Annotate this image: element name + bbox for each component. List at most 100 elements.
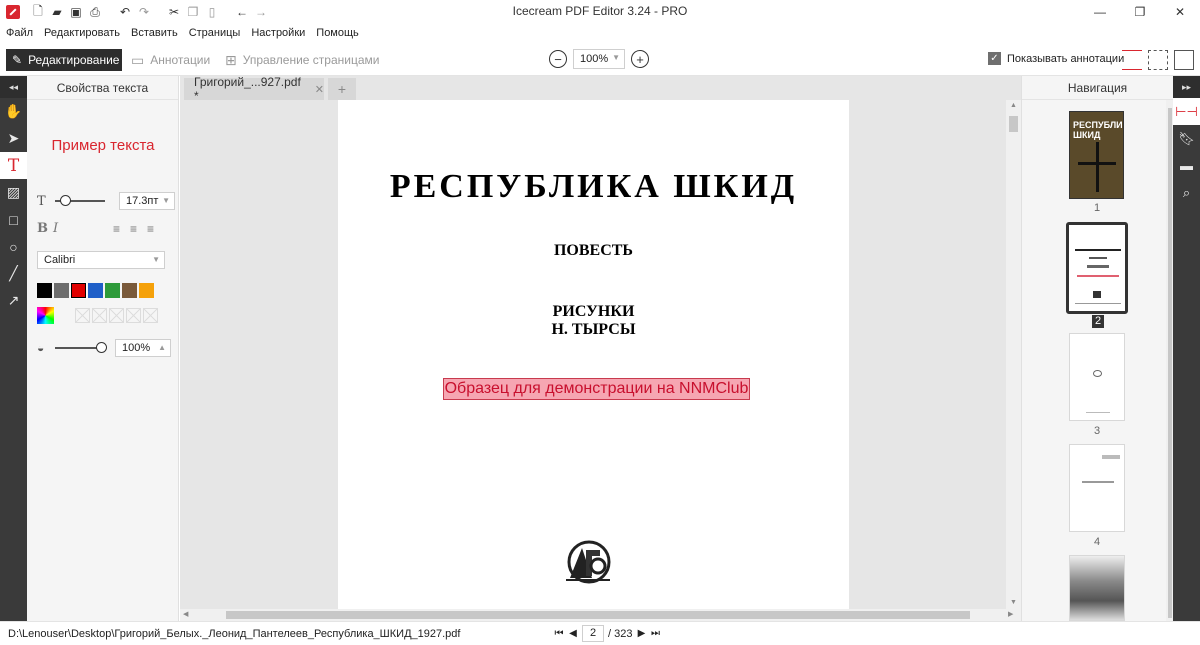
mode-annotations-button[interactable]: ▭ Аннотации xyxy=(131,49,210,71)
horizontal-scroll-thumb[interactable] xyxy=(226,611,970,619)
grid-view-icon[interactable] xyxy=(1148,50,1168,70)
menu-pages[interactable]: Страницы xyxy=(189,27,241,39)
vertical-scrollbar[interactable]: ▲ ▼ xyxy=(1006,100,1021,609)
print-icon[interactable]: ⎙ xyxy=(87,4,103,20)
custom-color-slot[interactable] xyxy=(75,308,90,323)
color-swatch[interactable] xyxy=(139,283,154,298)
menu-edit[interactable]: Редактировать xyxy=(44,27,120,39)
mode-edit-button[interactable]: ✎ Редактирование xyxy=(6,49,122,71)
search-icon[interactable]: ⌕ xyxy=(1173,179,1200,206)
mode-pages-button[interactable]: ⊞ Управление страницами xyxy=(225,49,379,71)
horizontal-scrollbar[interactable]: ◀ ▶ xyxy=(180,609,1021,621)
zoom-control: − 100% ▼ + xyxy=(549,49,649,69)
page-thumbnail-4[interactable] xyxy=(1069,444,1125,532)
font-size-field[interactable]: 17.3пт ▼ xyxy=(119,192,175,210)
current-page-input[interactable]: 2 xyxy=(582,625,604,642)
image-icon[interactable]: ▨ xyxy=(0,179,27,206)
select-icon[interactable]: ➤ xyxy=(0,125,27,152)
checkbox-checked-icon[interactable]: ✓ xyxy=(988,52,1001,65)
tab-bar: Григорий_...927.pdf * ✕ + xyxy=(180,75,1021,103)
zoom-out-button[interactable]: − xyxy=(549,50,567,68)
save-icon[interactable]: ▣ xyxy=(68,4,84,20)
pdf-page[interactable]: РЕСПУБЛИКА ШКИД ПОВЕСТЬ РИСУНКИ Н. ТЫРСЫ… xyxy=(338,100,849,609)
arrow-icon[interactable]: ↗ xyxy=(0,287,27,314)
color-swatch[interactable] xyxy=(88,283,103,298)
next-page-icon[interactable]: ▶ xyxy=(636,628,646,639)
document-tab[interactable]: Григорий_...927.pdf * ✕ xyxy=(184,75,324,103)
color-swatch[interactable] xyxy=(37,283,52,298)
color-swatch[interactable] xyxy=(54,283,69,298)
ellipse-icon[interactable]: ○ xyxy=(0,233,27,260)
vertical-scroll-thumb[interactable] xyxy=(1009,116,1018,132)
undo-icon[interactable]: ↶ xyxy=(117,4,133,20)
tool-strip: ◂◂ ✋ ➤ T ▨ □ ○ ╱ ↗ xyxy=(0,76,27,621)
rectangle-icon[interactable]: □ xyxy=(0,206,27,233)
align-left-icon[interactable]: ≡ xyxy=(113,222,130,236)
custom-color-slot[interactable] xyxy=(92,308,107,323)
forward-icon[interactable]: → xyxy=(253,4,269,20)
text-annotation[interactable]: Образец для демонстрации на NNMClub xyxy=(443,378,750,400)
copy-icon[interactable]: ❐ xyxy=(185,4,201,20)
last-page-icon[interactable]: ⏭ xyxy=(650,628,660,639)
custom-color-slot[interactable] xyxy=(109,308,124,323)
first-page-icon[interactable]: ⏮ xyxy=(554,628,564,639)
navigation-scroll-thumb[interactable] xyxy=(1168,108,1172,618)
font-size-slider-knob[interactable] xyxy=(60,195,71,206)
color-swatch[interactable] xyxy=(105,283,120,298)
close-button[interactable]: ✕ xyxy=(1160,0,1200,24)
text-icon[interactable]: T xyxy=(0,152,27,179)
open-folder-icon[interactable]: ▰ xyxy=(49,4,65,20)
opacity-slider[interactable] xyxy=(55,342,107,353)
single-page-view-icon[interactable] xyxy=(1122,50,1142,70)
align-right-icon[interactable]: ≡ xyxy=(147,222,164,236)
fullscreen-icon[interactable] xyxy=(1174,50,1194,70)
line-icon[interactable]: ╱ xyxy=(0,260,27,287)
color-picker-icon[interactable] xyxy=(37,307,54,324)
publisher-logo-icon xyxy=(566,540,611,584)
show-annotations-label: Показывать аннотации xyxy=(1007,52,1125,65)
prev-page-icon[interactable]: ◀ xyxy=(568,628,578,639)
collapse-left-icon[interactable]: ◂◂ xyxy=(0,76,27,98)
menu-help[interactable]: Помощь xyxy=(316,27,359,39)
italic-button[interactable]: I xyxy=(53,221,69,236)
menu-settings[interactable]: Настройки xyxy=(251,27,305,39)
back-icon[interactable]: ← xyxy=(234,4,250,20)
custom-color-slot[interactable] xyxy=(143,308,158,323)
maximize-button[interactable]: ❐ xyxy=(1120,0,1160,24)
zoom-value: 100% xyxy=(580,53,609,65)
page-thumbnail-2[interactable] xyxy=(1066,222,1128,314)
opacity-slider-knob[interactable] xyxy=(96,342,107,353)
color-swatch[interactable] xyxy=(70,282,87,299)
bold-button[interactable]: B xyxy=(37,221,53,236)
add-tab-button[interactable]: + xyxy=(328,78,356,100)
hand-icon[interactable]: ✋ xyxy=(0,98,27,125)
scroll-up-icon[interactable]: ▲ xyxy=(1006,100,1021,112)
scroll-right-icon[interactable]: ▶ xyxy=(1008,609,1013,621)
opacity-field[interactable]: 100% ▲ xyxy=(115,339,171,357)
zoom-in-button[interactable]: + xyxy=(631,50,649,68)
redo-icon[interactable]: ↷ xyxy=(136,4,152,20)
bookmark-icon[interactable]: 🔖︎ xyxy=(1173,125,1200,152)
color-swatch[interactable] xyxy=(122,283,137,298)
close-tab-icon[interactable]: ✕ xyxy=(315,83,324,96)
page-thumbnail-5[interactable] xyxy=(1069,555,1125,621)
font-family-select[interactable]: Calibri ▼ xyxy=(37,251,165,269)
font-size-slider[interactable] xyxy=(55,195,105,206)
custom-color-slot[interactable] xyxy=(126,308,141,323)
cut-icon[interactable]: ✂ xyxy=(166,4,182,20)
zoom-select[interactable]: 100% ▼ xyxy=(573,49,625,69)
menu-file[interactable]: Файл xyxy=(6,27,33,39)
page-thumbnail-3[interactable] xyxy=(1069,333,1125,421)
new-file-icon[interactable]: 🗋 xyxy=(30,4,46,20)
comment-icon[interactable]: ▬ xyxy=(1173,152,1200,179)
minimize-button[interactable]: — xyxy=(1080,0,1120,24)
align-center-icon[interactable]: ≡ xyxy=(130,222,147,236)
scroll-down-icon[interactable]: ▼ xyxy=(1006,597,1021,609)
navigation-icon[interactable]: ⊢⊣ xyxy=(1173,98,1200,125)
paste-icon[interactable]: ▯ xyxy=(204,4,220,20)
show-annotations-toggle[interactable]: ✓ Показывать аннотации xyxy=(988,52,1124,65)
scroll-left-icon[interactable]: ◀ xyxy=(183,609,188,621)
page-thumbnail-1[interactable]: РЕСПУБЛИКА ШКИД xyxy=(1069,111,1124,199)
menu-insert[interactable]: Вставить xyxy=(131,27,178,39)
collapse-right-icon[interactable]: ▸▸ xyxy=(1173,76,1200,98)
